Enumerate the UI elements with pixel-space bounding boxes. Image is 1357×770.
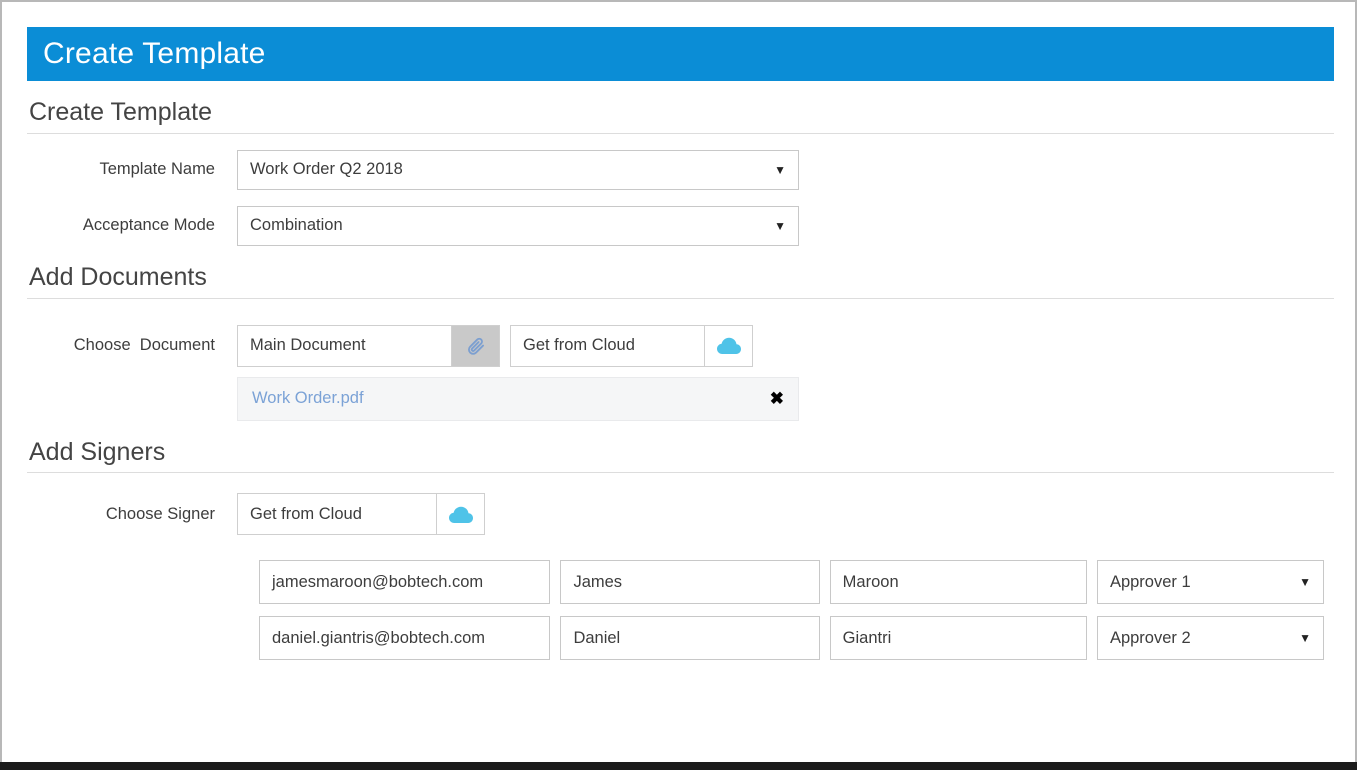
template-name-select[interactable]: Work Order Q2 2018 ▼ [237, 149, 799, 190]
attached-file-row[interactable]: Work Order.pdf ✖ [237, 376, 799, 421]
acceptance-mode-select[interactable]: Combination ▼ [237, 205, 799, 246]
signer-email-input[interactable]: jamesmaroon@bobtech.com [259, 560, 551, 605]
signer-role-select[interactable]: Approver 2 ▼ [1096, 616, 1324, 661]
get-from-cloud-signer-button[interactable]: Get from Cloud [237, 493, 485, 536]
window-title: Create Template [43, 37, 266, 70]
chevron-down-icon: ▼ [1299, 575, 1311, 590]
signer-email-input[interactable]: daniel.giantris@bobtech.com [259, 616, 551, 661]
table-row: daniel.giantris@bobtech.com Daniel Giant… [27, 616, 1334, 661]
label-template-name: Template Name [99, 160, 215, 179]
row-choose-signer: Choose Signer Get from Cloud [27, 493, 1334, 536]
signer-first-name-value: Daniel [573, 628, 621, 647]
section-create-template: Create Template Template Name Work Order… [27, 98, 1334, 246]
label-choose-document: Choose Document [73, 336, 215, 354]
get-from-cloud-signer-label: Get from Cloud [237, 493, 437, 536]
signer-last-name-value: Maroon [842, 572, 899, 591]
section-heading-create-template: Create Template [29, 98, 212, 126]
signer-email-value: daniel.giantris@bobtech.com [272, 628, 486, 647]
get-from-cloud-document-label: Get from Cloud [510, 324, 705, 367]
section-divider [27, 132, 1334, 134]
chevron-down-icon: ▼ [774, 218, 786, 233]
label-acceptance-mode: Acceptance Mode [82, 216, 215, 235]
signer-first-name-value: James [573, 572, 623, 591]
main-document-label: Main Document [237, 324, 452, 367]
signer-last-name-value: Giantri [842, 628, 892, 647]
signer-first-name-input[interactable]: Daniel [560, 616, 820, 661]
template-name-value: Work Order Q2 2018 [250, 160, 403, 179]
row-attached-files: Work Order.pdf ✖ [27, 367, 1334, 421]
create-template-page: Create Template Create Template Template… [0, 0, 1357, 762]
chevron-down-icon: ▼ [774, 162, 786, 177]
row-choose-document: Choose Document Main Document Get from C… [27, 324, 1334, 367]
signer-last-name-input[interactable]: Giantri [829, 616, 1087, 661]
get-from-cloud-document-button[interactable]: Get from Cloud [510, 324, 753, 367]
section-heading-add-signers: Add Signers [29, 437, 166, 466]
row-template-name: Template Name Work Order Q2 2018 ▼ [27, 149, 1334, 190]
cloud-icon[interactable] [437, 493, 485, 536]
table-row: jamesmaroon@bobtech.com James Maroon App… [27, 560, 1334, 605]
row-acceptance-mode: Acceptance Mode Combination ▼ [27, 205, 1334, 246]
label-choose-signer: Choose Signer [105, 504, 215, 523]
section-add-signers: Add Signers Choose Signer Get from Cloud… [27, 438, 1334, 661]
main-document-button[interactable]: Main Document [237, 324, 500, 367]
cloud-icon[interactable] [705, 324, 753, 367]
acceptance-mode-value: Combination [250, 216, 343, 235]
signer-role-value: Approver 1 [1109, 572, 1191, 591]
signer-role-select[interactable]: Approver 1 ▼ [1096, 560, 1324, 605]
paperclip-icon[interactable] [452, 324, 500, 367]
close-icon[interactable]: ✖ [770, 390, 784, 407]
section-heading-add-documents: Add Documents [29, 262, 207, 291]
chevron-down-icon: ▼ [1299, 631, 1311, 646]
signer-role-value: Approver 2 [1109, 628, 1191, 647]
section-divider [27, 472, 1334, 474]
window-title-bar: Create Template [27, 27, 1334, 81]
signer-email-value: jamesmaroon@bobtech.com [272, 572, 484, 591]
signer-last-name-input[interactable]: Maroon [829, 560, 1087, 605]
section-add-documents: Add Documents Choose Document Main Docum… [27, 263, 1334, 421]
section-divider [27, 297, 1334, 299]
signer-first-name-input[interactable]: James [560, 560, 820, 605]
attached-file-name[interactable]: Work Order.pdf [252, 389, 364, 408]
